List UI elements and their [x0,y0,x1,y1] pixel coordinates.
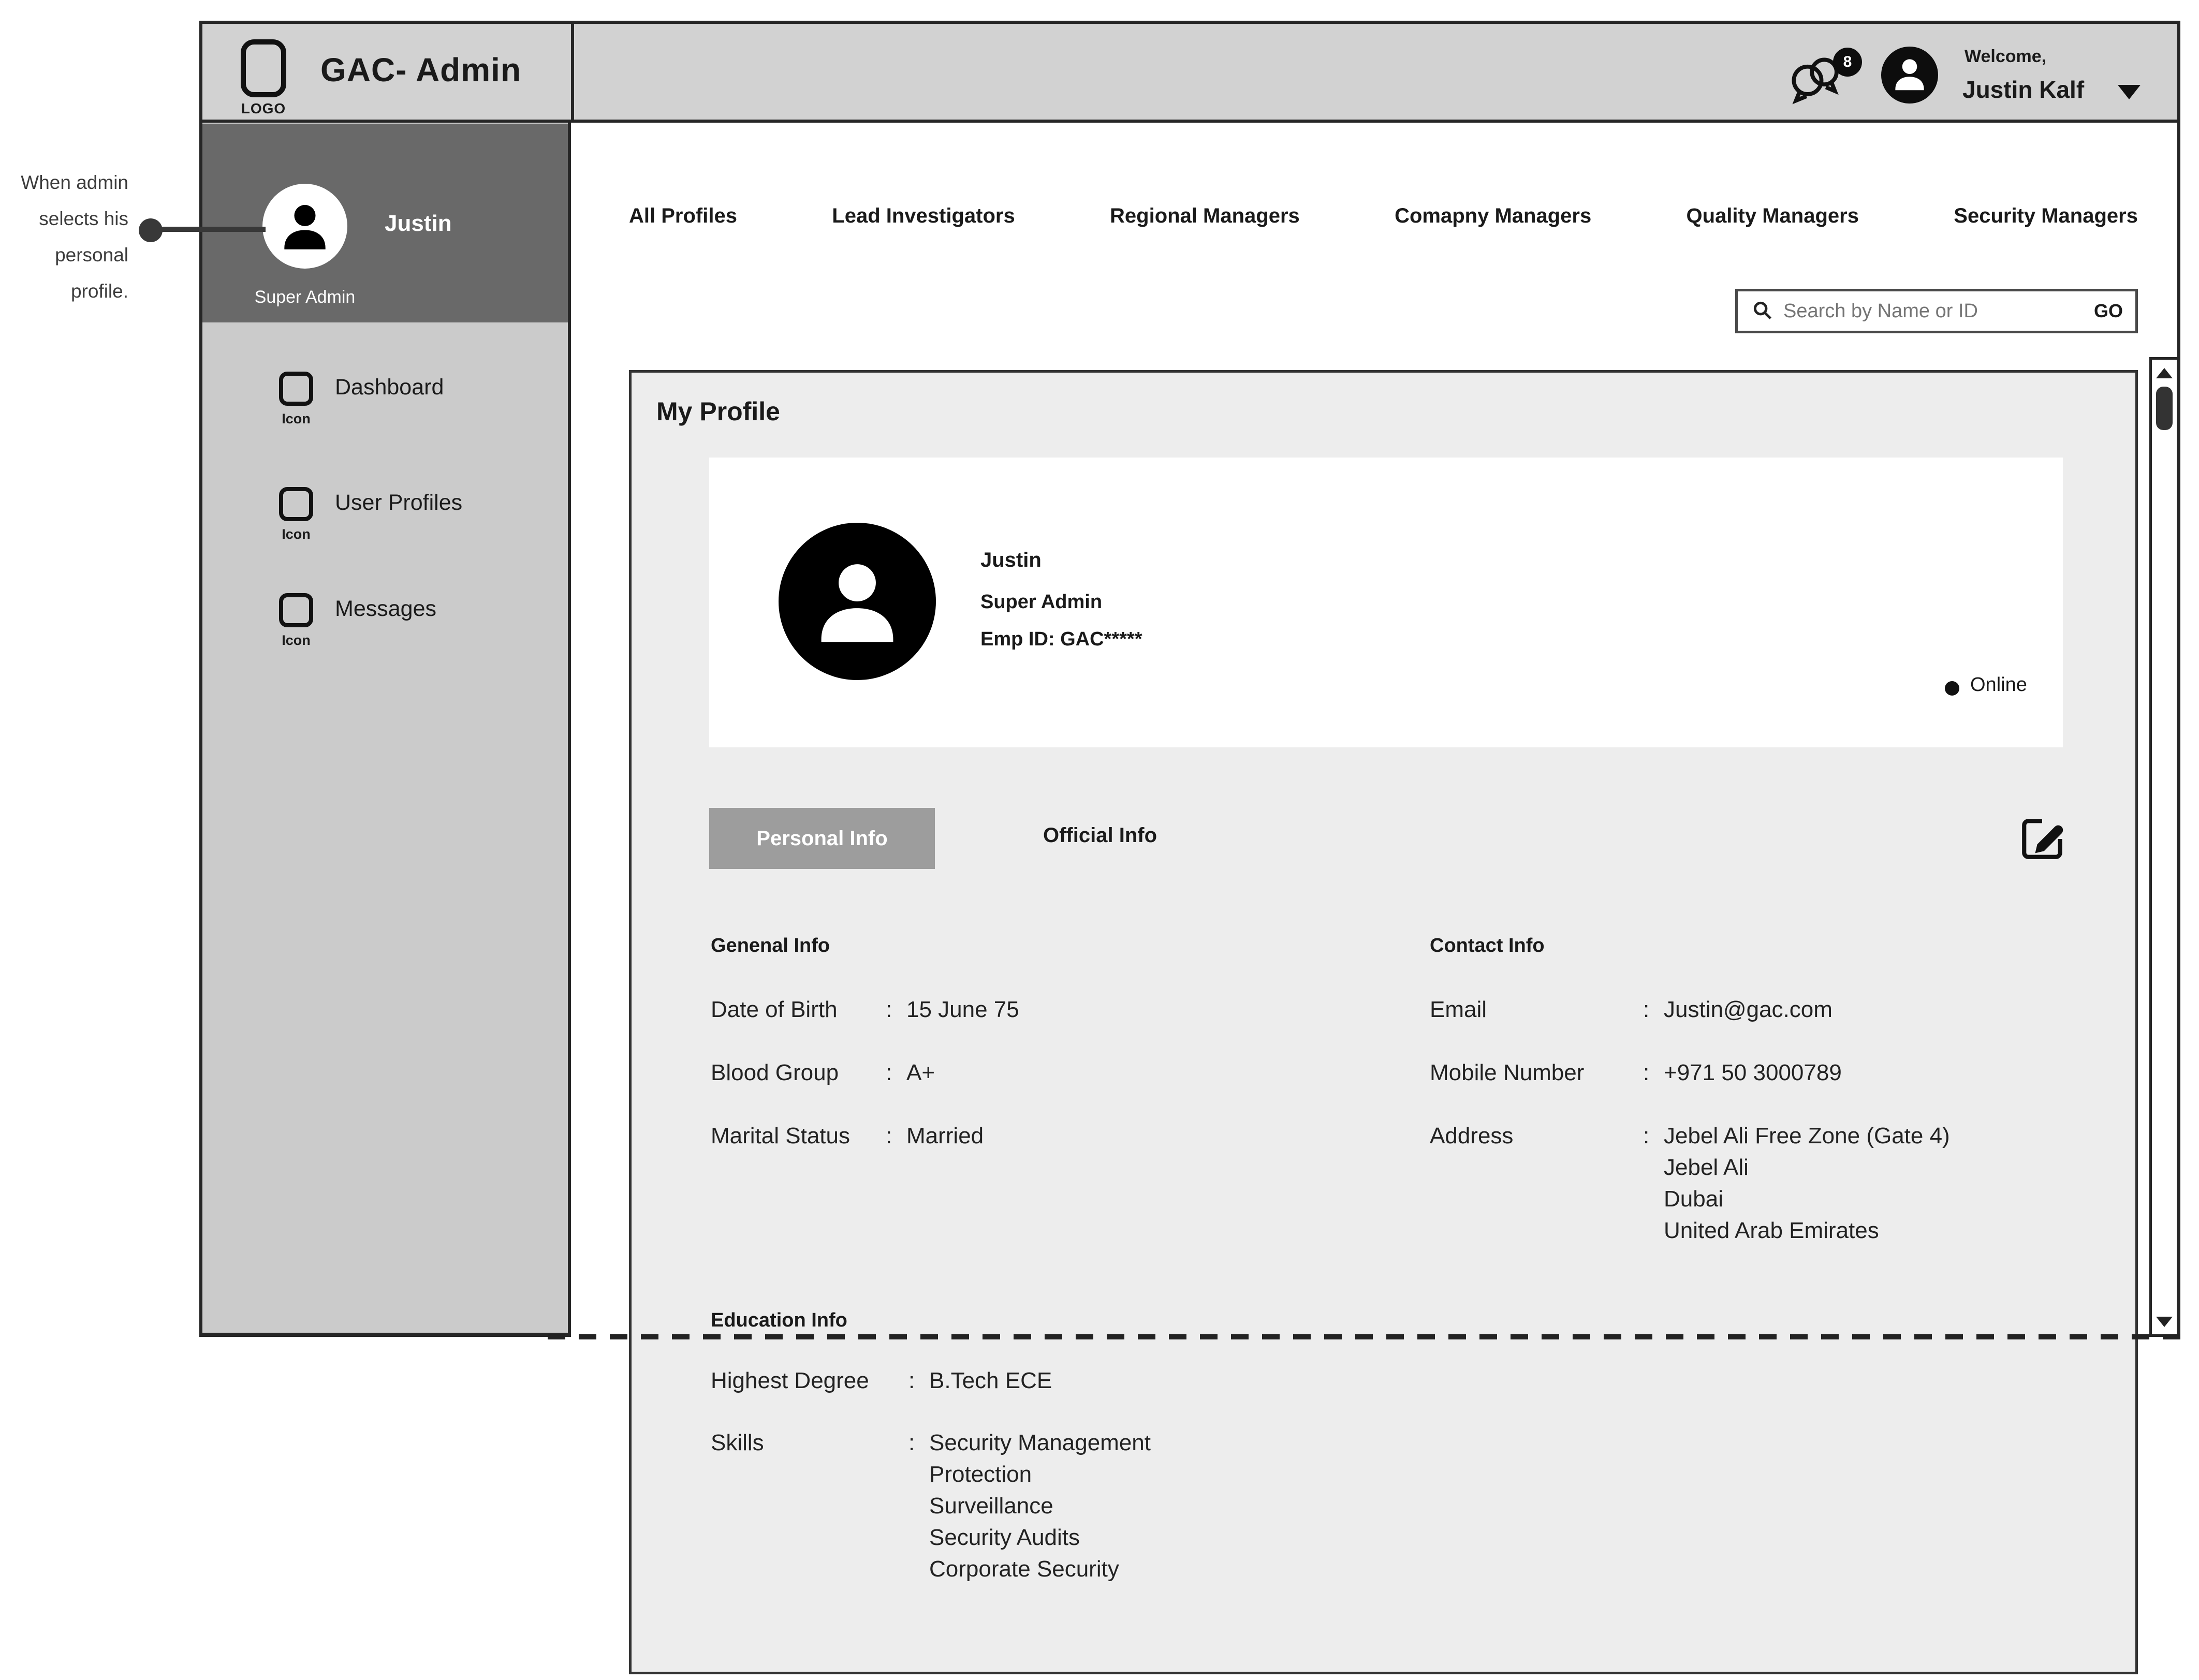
sidebar-item-messages[interactable]: Icon Messages [202,593,568,676]
icon-caption: Icon [268,632,325,649]
colon: : [886,1057,906,1088]
sidebar-item-label: Dashboard [335,375,444,400]
messages-icon-placeholder [279,593,313,627]
profile-role: Super Admin [980,591,1102,613]
header-divider [571,24,574,120]
notification-badge: 8 [1833,48,1862,77]
current-user-name: Justin Kalf [1962,76,2084,104]
edit-icon[interactable] [2018,813,2069,863]
logo-label: LOGO [227,100,300,117]
colon: : [908,1365,929,1396]
tab-regional-managers[interactable]: Regional Managers [1110,204,1300,228]
page-title: My Profile [656,396,780,426]
tab-security-managers[interactable]: Security Managers [1954,204,2138,228]
info-row-address: Address : Jebel Ali Free Zone (Gate 4) J… [1430,1120,1950,1246]
colon: : [886,994,906,1025]
info-row-skills: Skills : Security Management Protection … [711,1427,1151,1585]
info-value: A+ [906,1057,935,1088]
info-row-date-of-birth: Date of Birth : 15 June 75 [711,994,1019,1025]
colon: : [1643,1057,1664,1088]
logo-placeholder [241,39,286,97]
app-title: GAC- Admin [320,51,521,89]
search-input[interactable] [1782,300,2094,323]
colon: : [908,1427,929,1458]
online-status-dot [1945,681,1959,696]
tab-personal-info[interactable]: Personal Info [709,808,935,869]
sidebar-item-dashboard[interactable]: Icon Dashboard [202,372,568,454]
sidebar-item-user-profiles[interactable]: Icon User Profiles [202,487,568,570]
sidebar-item-label: User Profiles [335,490,462,515]
my-profile-panel: My Profile Justin Super Admin Emp ID: GA… [629,370,2138,1674]
person-icon [807,551,908,652]
sidebar-avatar [262,184,347,269]
online-status-label: Online [1970,674,2027,696]
info-value: Justin@gac.com [1664,994,1832,1025]
sidebar-profile-role: Super Admin [227,287,383,307]
tab-all-profiles[interactable]: All Profiles [629,204,737,228]
info-label: Mobile Number [1430,1057,1643,1088]
icon-caption: Icon [268,411,325,427]
scroll-up-arrow-icon[interactable] [2156,368,2173,378]
welcome-label: Welcome, [1965,47,2046,67]
info-label: Marital Status [711,1120,886,1152]
profile-avatar [779,523,936,680]
search-icon [1750,298,1774,325]
section-heading-contact: Contact Info [1430,935,1545,957]
scrollbar-thumb[interactable] [2156,387,2173,430]
sidebar-item-label: Messages [335,596,436,622]
info-value: Married [906,1120,984,1152]
search-go-button[interactable]: GO [2094,300,2123,322]
info-row-email: Email : Justin@gac.com [1430,994,1832,1025]
employee-id: Emp ID: GAC***** [980,628,1142,651]
info-label: Blood Group [711,1057,886,1088]
info-value: Jebel Ali Free Zone (Gate 4) Jebel Ali D… [1664,1120,1950,1246]
app-header: LOGO GAC- Admin 8 Welcome, [199,21,2180,123]
annotation-connector-line [153,227,266,232]
scroll-down-arrow-icon[interactable] [2156,1317,2173,1327]
tab-lead-investigators[interactable]: Lead Investigators [832,204,1015,228]
section-heading-education: Education Info [711,1309,847,1332]
info-label: Skills [711,1427,908,1458]
profile-tabs-nav: All Profiles Lead Investigators Regional… [629,198,2138,234]
info-value: B.Tech ECE [929,1365,1052,1396]
info-value: +971 50 3000789 [1664,1057,1842,1088]
colon: : [1643,1120,1664,1152]
info-label: Highest Degree [711,1365,908,1396]
info-value: 15 June 75 [906,994,1019,1025]
person-icon [1889,54,1930,97]
colon: : [886,1120,906,1152]
header-user-avatar[interactable] [1881,47,1938,104]
chat-bubbles-icon [1787,101,1844,110]
wireframe-canvas: When admin selects his personal profile.… [0,0,2199,1680]
messages-button[interactable]: 8 [1787,51,1870,118]
colon: : [1643,994,1664,1025]
tab-official-info[interactable]: Official Info [1043,824,1157,847]
info-label: Email [1430,994,1643,1025]
sidebar-profile-name: Justin [385,211,452,237]
info-row-mobile-number: Mobile Number : +971 50 3000789 [1430,1057,1842,1088]
profile-name: Justin [980,549,1042,572]
dashboard-icon-placeholder [279,372,313,406]
fold-dashed-line [548,1334,2189,1339]
user-profiles-icon-placeholder [279,487,313,521]
person-icon [276,197,334,255]
profile-card: Justin Super Admin Emp ID: GAC***** Onli… [709,458,2063,747]
info-row-marital-status: Marital Status : Married [711,1120,984,1152]
search-box: GO [1735,289,2138,333]
sidebar: Justin Super Admin Icon Dashboard Icon U… [199,123,571,1337]
annotation-text: When admin selects his personal profile. [10,165,128,310]
chevron-down-icon[interactable] [2118,85,2141,99]
scrollbar[interactable] [2149,357,2179,1337]
tab-company-managers[interactable]: Comapny Managers [1395,204,1591,228]
info-label: Address [1430,1120,1643,1152]
icon-caption: Icon [268,526,325,542]
info-value: Security Management Protection Surveilla… [929,1427,1151,1585]
info-row-blood-group: Blood Group : A+ [711,1057,935,1088]
tab-quality-managers[interactable]: Quality Managers [1687,204,1859,228]
info-row-highest-degree: Highest Degree : B.Tech ECE [711,1365,1052,1396]
info-label: Date of Birth [711,994,886,1025]
section-heading-general: Genenal Info [711,935,830,957]
sidebar-profile-selected[interactable]: Justin Super Admin [202,124,568,322]
